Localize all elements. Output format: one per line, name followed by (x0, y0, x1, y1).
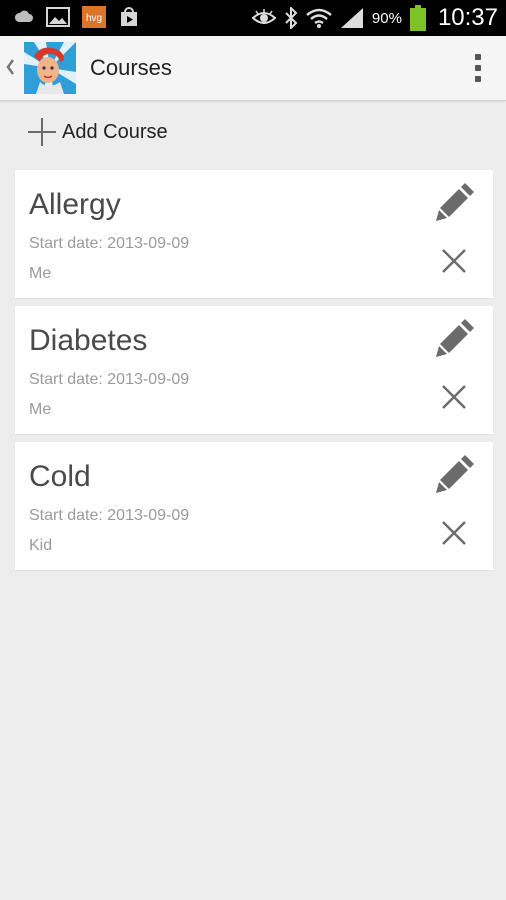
signal-icon (340, 8, 363, 28)
course-start-date: Start date: 2013-09-09 (29, 507, 190, 524)
notification-icons: hvg (14, 6, 140, 28)
bluetooth-icon (285, 7, 298, 29)
play-store-icon (121, 7, 137, 26)
delete-x-icon[interactable] (441, 520, 467, 546)
course-name: Cold (29, 460, 91, 493)
course-card[interactable]: Allergy Start date: 2013-09-09 Me (15, 170, 493, 298)
course-name: Diabetes (29, 324, 148, 357)
course-name: Allergy (29, 188, 121, 221)
add-course-label: Add Course (62, 120, 168, 143)
action-bar: Courses (0, 36, 506, 101)
battery-percent: 90% (371, 9, 402, 27)
svg-text:hvg: hvg (86, 13, 102, 24)
delete-x-icon[interactable] (441, 248, 467, 274)
add-course-button[interactable]: Add Course (26, 115, 168, 149)
clock: 10:37 (437, 4, 498, 31)
gallery-icon (46, 7, 70, 27)
delete-x-icon[interactable] (441, 384, 467, 410)
course-list: Allergy Start date: 2013-09-09 Me Diabet… (15, 170, 493, 578)
edit-pencil-icon[interactable] (435, 180, 477, 222)
up-caret-icon[interactable] (4, 54, 16, 80)
course-start-date: Start date: 2013-09-09 (29, 371, 190, 388)
course-card[interactable]: Diabetes Start date: 2013-09-09 Me (15, 306, 493, 434)
page-title: Courses (90, 55, 172, 80)
edit-pencil-icon[interactable] (435, 316, 477, 358)
system-icons: 90% 10:37 (251, 0, 498, 36)
course-start-date: Start date: 2013-09-09 (29, 235, 190, 252)
edit-pencil-icon[interactable] (435, 452, 477, 494)
cloud-icon (14, 10, 33, 22)
status-bar: hvg 90% 10:37 (0, 0, 506, 36)
course-card[interactable]: Cold Start date: 2013-09-09 Kid (15, 442, 493, 570)
hvg-app-icon: hvg (82, 6, 106, 28)
app-logo[interactable] (24, 42, 76, 94)
overflow-menu-icon[interactable] (468, 52, 488, 84)
course-owner: Kid (29, 537, 53, 554)
battery-icon (409, 5, 426, 31)
course-owner: Me (29, 265, 52, 282)
eye-icon (251, 9, 276, 24)
course-owner: Me (29, 401, 52, 418)
plus-icon (28, 118, 56, 146)
wifi-icon (306, 8, 332, 28)
